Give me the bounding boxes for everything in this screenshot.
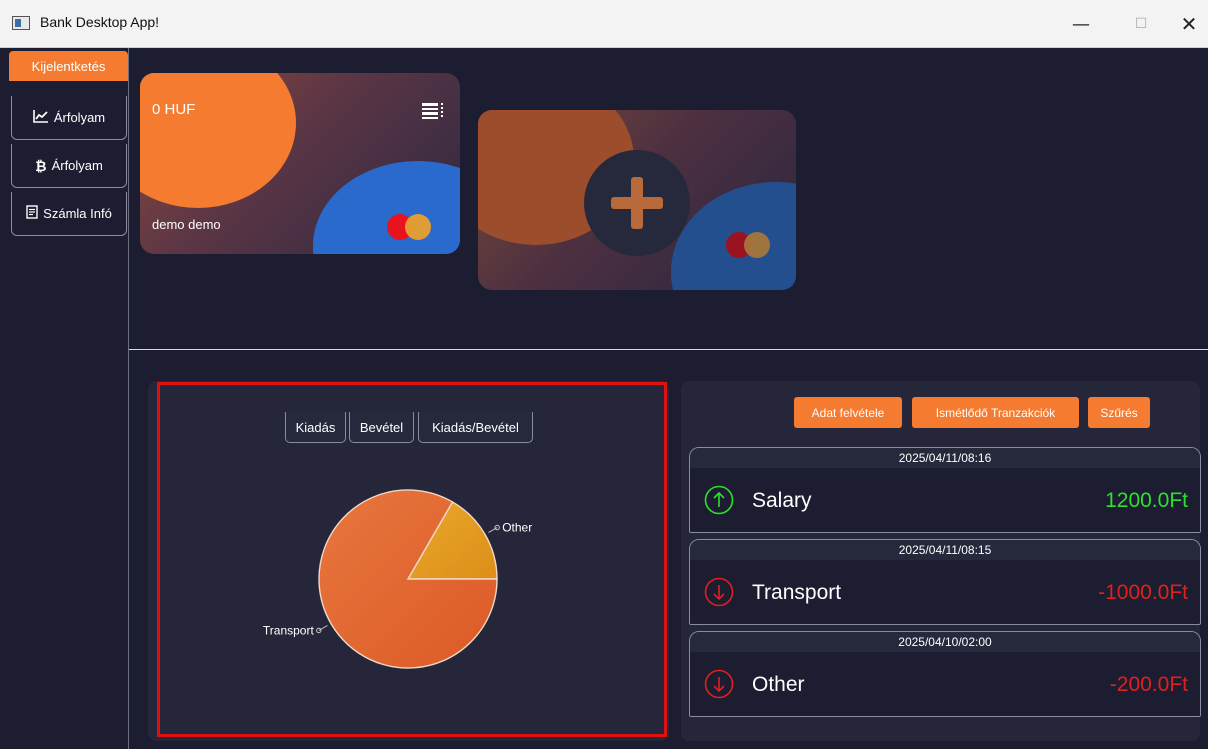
tab-income[interactable]: Bevétel — [349, 412, 414, 443]
transaction-item[interactable]: 2025/04/11/08:16 Salary 1200.0Ft — [689, 447, 1201, 533]
pie-label-transport: Transport — [263, 624, 315, 638]
transaction-name: Salary — [752, 489, 812, 512]
title-bar: Bank Desktop App! — ☐ ✕ — [0, 0, 1208, 48]
sidebar-item-label: Árfolyam — [53, 110, 106, 125]
transaction-item[interactable]: 2025/04/10/02:00 Other -200.0Ft — [689, 631, 1201, 717]
arrow-up-circle-icon — [704, 485, 734, 515]
sidebar-item-label: Számla Infó — [43, 206, 112, 221]
recurring-transactions-button[interactable]: Ismétlődő Tranzakciók — [912, 397, 1079, 428]
transaction-item[interactable]: 2025/04/11/08:15 Transport -1000.0Ft — [689, 539, 1201, 625]
tab-expense[interactable]: Kiadás — [285, 412, 346, 443]
pie-chart: Other Transport — [263, 489, 532, 669]
transaction-name: Transport — [752, 581, 842, 604]
sidebar-item-account-info[interactable]: Számla Infó — [11, 192, 127, 236]
card-balance: 0 HUF — [152, 101, 196, 118]
transaction-amount: -1000.0Ft — [1098, 581, 1188, 604]
pie-leader-transport — [318, 625, 328, 631]
transaction-date: 2025/04/11/08:15 — [690, 540, 1200, 560]
logout-button[interactable]: Kijelentketés — [9, 51, 128, 81]
plus-icon — [584, 150, 690, 256]
transaction-amount: 1200.0Ft — [1105, 489, 1188, 512]
close-button[interactable]: ✕ — [1166, 0, 1208, 48]
arrow-down-circle-icon — [704, 669, 734, 699]
arrow-down-circle-icon — [704, 577, 734, 607]
window-title: Bank Desktop App! — [40, 14, 160, 30]
sidebar-item-exchange-rate[interactable]: Árfolyam — [11, 96, 127, 140]
card-decor-orange — [140, 73, 296, 208]
maximize-button[interactable]: ☐ — [1118, 0, 1164, 48]
mastercard-logo-yellow — [405, 214, 431, 240]
pie-leader-other — [488, 527, 498, 533]
sidebar-item-label: Árfolyam — [51, 158, 103, 173]
add-card-button[interactable] — [478, 110, 796, 290]
document-icon — [26, 205, 38, 222]
add-data-button[interactable]: Adat felvétele — [794, 397, 902, 428]
sidebar-item-crypto-rate[interactable]: ₿ Árfolyam — [11, 144, 127, 188]
tab-expense-income[interactable]: Kiadás/Bevétel — [418, 412, 533, 443]
bitcoin-icon: ₿ — [35, 157, 47, 174]
filter-button[interactable]: Szűrés — [1088, 397, 1150, 428]
bank-card[interactable]: 0 HUF demo demo — [140, 73, 460, 254]
transaction-date: 2025/04/11/08:16 — [690, 448, 1200, 468]
card-decor-blue — [313, 161, 460, 254]
mastercard-logo-yellow — [744, 232, 770, 258]
menu-icon[interactable] — [422, 103, 443, 120]
app-icon — [12, 16, 30, 30]
line-chart-icon — [33, 109, 49, 126]
transaction-name: Other — [752, 673, 805, 696]
card-holder: demo demo — [152, 217, 221, 232]
transaction-amount: -200.0Ft — [1109, 673, 1188, 696]
pie-label-other: Other — [502, 521, 532, 535]
minimize-button[interactable]: — — [1058, 0, 1104, 48]
transaction-date: 2025/04/10/02:00 — [690, 632, 1200, 652]
